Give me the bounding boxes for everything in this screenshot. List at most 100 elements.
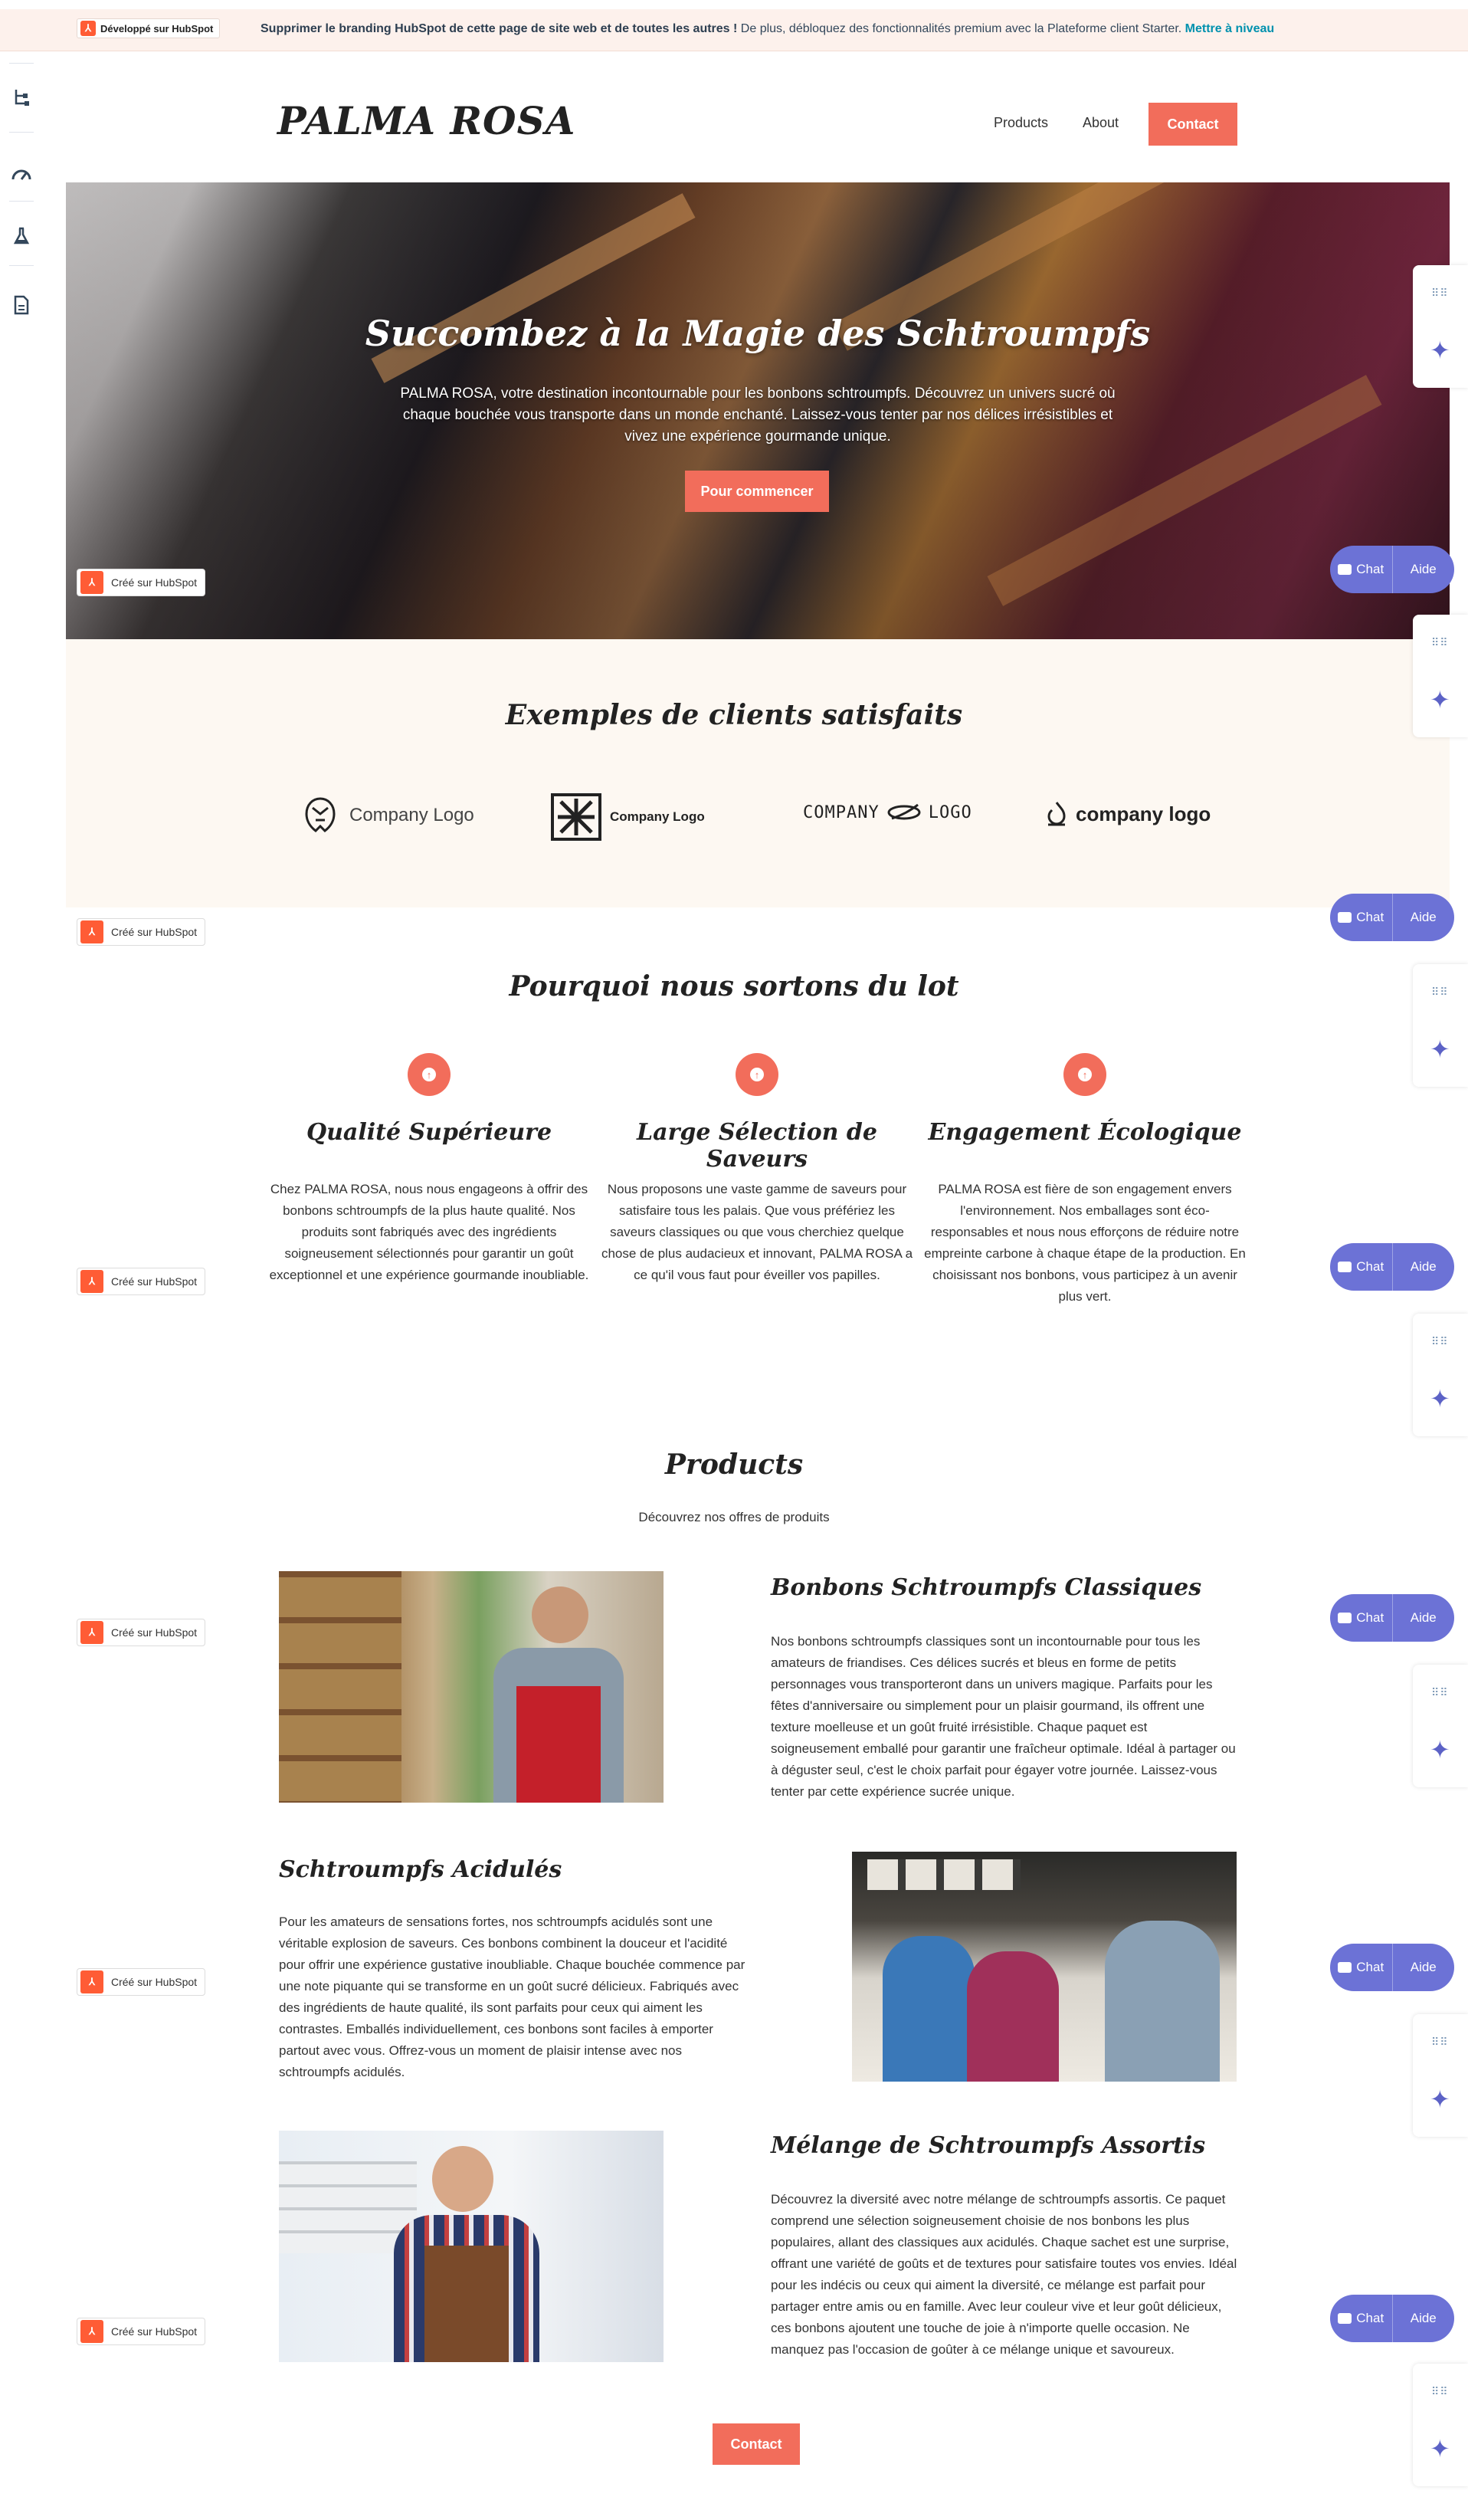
- upgrade-link[interactable]: Mettre à niveau: [1185, 22, 1274, 35]
- site-logo[interactable]: PALMA ROSA: [277, 98, 575, 143]
- module-tools-card: ⠿⠿ ✦: [1413, 265, 1468, 388]
- upload-icon: ↑: [422, 1068, 436, 1081]
- hero-cta-button[interactable]: Pour commencer: [685, 471, 829, 512]
- chat-button[interactable]: Chat: [1330, 1243, 1392, 1291]
- drag-handle-icon[interactable]: ⠿⠿: [1431, 1686, 1449, 1699]
- feature-body: Nous proposons une vaste gamme de saveur…: [601, 1182, 913, 1282]
- chat-button[interactable]: Chat: [1330, 2295, 1392, 2342]
- clients-section: [66, 639, 1450, 907]
- products-contact-button[interactable]: Contact: [713, 2423, 800, 2465]
- flask-icon[interactable]: [8, 222, 35, 250]
- help-button[interactable]: Aide: [1391, 894, 1455, 941]
- tree-icon[interactable]: [8, 84, 35, 112]
- ai-sparkle-icon[interactable]: ✦: [1430, 2085, 1450, 2114]
- product-photo-cafe: [852, 1852, 1237, 2082]
- drag-handle-icon[interactable]: ⠿⠿: [1431, 1335, 1449, 1348]
- hubspot-badge[interactable]: ⅄ Développé sur HubSpot: [77, 18, 221, 38]
- chat-bubble-icon: [1338, 912, 1352, 923]
- feature-body: PALMA ROSA est fière de son engagement e…: [924, 1182, 1246, 1304]
- module-tools-card: ⠿⠿ ✦: [1413, 1314, 1468, 1436]
- client-logo-text: company logo: [1076, 802, 1211, 825]
- gauge-icon[interactable]: [8, 159, 35, 187]
- hero-title: Succombez à la Magie des Schtroumpfs: [365, 313, 1151, 354]
- chat-bubble-icon: [1338, 1262, 1352, 1272]
- barista-image: [1105, 1921, 1220, 2082]
- help-button[interactable]: Aide: [1391, 1944, 1455, 1991]
- chat-button[interactable]: Chat: [1330, 894, 1392, 941]
- help-button[interactable]: Aide: [1391, 2295, 1455, 2342]
- banner-text: Supprimer le branding HubSpot de cette p…: [261, 22, 1274, 36]
- drag-handle-icon[interactable]: ⠿⠿: [1431, 2036, 1449, 2049]
- module-tools-card: ⠿⠿ ✦: [1413, 1665, 1468, 1787]
- ai-sparkle-icon[interactable]: ✦: [1430, 685, 1450, 714]
- ai-sparkle-icon[interactable]: ✦: [1430, 336, 1450, 365]
- drag-handle-icon[interactable]: ⠿⠿: [1431, 287, 1449, 300]
- chat-button[interactable]: Chat: [1330, 1594, 1392, 1642]
- help-button[interactable]: Aide: [1391, 546, 1455, 593]
- created-on-label: Créé sur HubSpot: [111, 1976, 198, 1988]
- ai-sparkle-icon[interactable]: ✦: [1430, 1384, 1450, 1413]
- help-button[interactable]: Aide: [1391, 1243, 1455, 1291]
- lion-icon: [305, 797, 336, 832]
- feature-title: Qualité Supérieure: [306, 1119, 552, 1146]
- product-title: Bonbons Schtroumpfs Classiques: [771, 1574, 1202, 1601]
- module-tools-card: ⠿⠿ ✦: [1413, 964, 1468, 1087]
- hubspot-icon: ⅄: [80, 1621, 103, 1644]
- chat-label: Chat: [1356, 2311, 1384, 2325]
- chat-label: Chat: [1356, 1960, 1384, 1974]
- nav-link-products[interactable]: Products: [994, 115, 1048, 131]
- product-photo-shopkeeper: [279, 1571, 664, 1803]
- chat-help-widget: Chat Aide: [1330, 2295, 1454, 2342]
- drag-handle-icon[interactable]: ⠿⠿: [1431, 636, 1449, 649]
- feature-icon-circle: ↑: [408, 1053, 451, 1096]
- client-logo: COMPANY LOGO: [803, 802, 972, 823]
- created-on-hubspot-pill[interactable]: ⅄ Créé sur HubSpot: [77, 2318, 206, 2345]
- feature-icon-circle: ↑: [1063, 1053, 1106, 1096]
- ai-sparkle-icon[interactable]: ✦: [1430, 2434, 1450, 2463]
- chat-button[interactable]: Chat: [1330, 546, 1392, 593]
- products-subtitle: Découvrez nos offres de produits: [638, 1510, 830, 1524]
- drag-handle-icon[interactable]: ⠿⠿: [1431, 2385, 1449, 2398]
- person-head-image: [432, 2146, 493, 2212]
- hubspot-icon: ⅄: [80, 21, 96, 36]
- person-head-image: [532, 1586, 588, 1643]
- rail-divider: [9, 201, 34, 202]
- created-on-hubspot-pill[interactable]: ⅄ Créé sur HubSpot: [77, 1268, 206, 1295]
- upgrade-banner: ⅄ Développé sur HubSpot Supprimer le bra…: [0, 9, 1468, 51]
- module-tools-card: ⠿⠿ ✦: [1413, 2364, 1468, 2486]
- products-title: Products: [664, 1449, 804, 1481]
- customer-pink-image: [967, 1951, 1059, 2082]
- client-logo-text: Company Logo: [349, 805, 474, 825]
- chat-help-widget: Chat Aide: [1330, 546, 1454, 593]
- upload-icon: ↑: [750, 1068, 764, 1081]
- help-button[interactable]: Aide: [1391, 1594, 1455, 1642]
- nav-link-about[interactable]: About: [1083, 115, 1119, 131]
- created-on-hubspot-pill[interactable]: ⅄ Créé sur HubSpot: [77, 1619, 206, 1646]
- brown-apron-image: [424, 2246, 509, 2362]
- created-on-hubspot-pill[interactable]: ⅄ Créé sur HubSpot: [77, 569, 206, 596]
- hubspot-icon: ⅄: [80, 920, 103, 943]
- client-logo: Company Logo: [550, 792, 705, 842]
- chat-bubble-icon: [1338, 1962, 1352, 1973]
- hero-image-hanger: [371, 193, 696, 383]
- ai-sparkle-icon[interactable]: ✦: [1430, 1035, 1450, 1064]
- page-icon[interactable]: [8, 291, 35, 319]
- chat-label: Chat: [1356, 562, 1384, 576]
- feature-body: Chez PALMA ROSA, nous nous engageons à o…: [269, 1182, 589, 1282]
- feature-title: Large Sélection de Saveurs: [637, 1119, 877, 1173]
- chat-bubble-icon: [1338, 1613, 1352, 1623]
- hubspot-badge-label: Développé sur HubSpot: [100, 22, 214, 34]
- chat-button[interactable]: Chat: [1330, 1944, 1392, 1991]
- rail-divider: [9, 63, 34, 64]
- red-apron-image: [516, 1686, 601, 1803]
- chat-help-widget: Chat Aide: [1330, 1944, 1454, 1991]
- clients-title: Exemples de clients satisfaits: [505, 699, 963, 731]
- drag-handle-icon[interactable]: ⠿⠿: [1431, 986, 1449, 999]
- ai-sparkle-icon[interactable]: ✦: [1430, 1735, 1450, 1764]
- nav-contact-button[interactable]: Contact: [1149, 103, 1237, 146]
- upload-icon: ↑: [1078, 1068, 1092, 1081]
- rail-divider: [9, 265, 34, 266]
- created-on-hubspot-pill[interactable]: ⅄ Créé sur HubSpot: [77, 918, 206, 946]
- created-on-hubspot-pill[interactable]: ⅄ Créé sur HubSpot: [77, 1968, 206, 1996]
- customer-blue-image: [883, 1936, 975, 2082]
